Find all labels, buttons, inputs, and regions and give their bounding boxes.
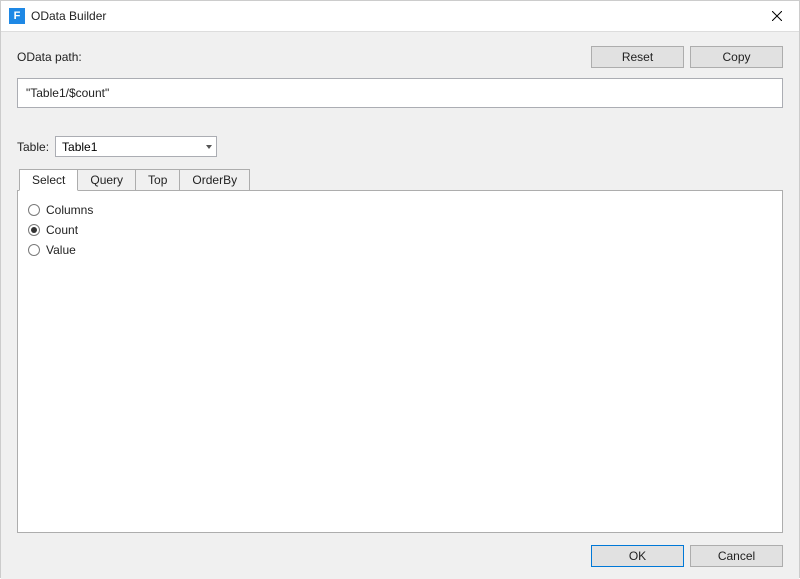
tabstrip: Select Query Top OrderBy (17, 169, 783, 191)
close-button[interactable] (754, 1, 799, 32)
cancel-button[interactable]: Cancel (690, 545, 783, 567)
table-select[interactable]: Table1 (55, 136, 217, 157)
radio-columns[interactable]: Columns (28, 203, 772, 217)
tabpanel-select: Columns Count Value (17, 190, 783, 533)
tab-top[interactable]: Top (135, 169, 180, 191)
table-select-value: Table1 (62, 140, 97, 154)
ok-button[interactable]: OK (591, 545, 684, 567)
reset-button[interactable]: Reset (591, 46, 684, 68)
radio-value[interactable]: Value (28, 243, 772, 257)
titlebar: F OData Builder (1, 1, 799, 32)
radio-label: Count (46, 223, 78, 237)
radio-icon (28, 204, 40, 216)
dialog-footer: OK Cancel (17, 545, 783, 567)
app-icon: F (9, 8, 25, 24)
tab-query[interactable]: Query (77, 169, 136, 191)
table-label: Table: (17, 140, 49, 154)
dialog-body: OData path: Reset Copy Table: Table1 Sel… (1, 32, 799, 579)
path-header-row: OData path: Reset Copy (17, 46, 783, 68)
close-icon (772, 11, 782, 21)
radio-label: Value (46, 243, 76, 257)
odata-path-input[interactable] (17, 78, 783, 108)
odata-path-label: OData path: (17, 50, 82, 64)
table-row: Table: Table1 (17, 136, 783, 157)
window-title: OData Builder (31, 9, 754, 23)
radio-label: Columns (46, 203, 93, 217)
radio-count[interactable]: Count (28, 223, 772, 237)
radio-icon (28, 224, 40, 236)
tab-select[interactable]: Select (19, 169, 78, 191)
tab-orderby[interactable]: OrderBy (179, 169, 250, 191)
radio-icon (28, 244, 40, 256)
chevron-down-icon (206, 145, 212, 149)
copy-button[interactable]: Copy (690, 46, 783, 68)
